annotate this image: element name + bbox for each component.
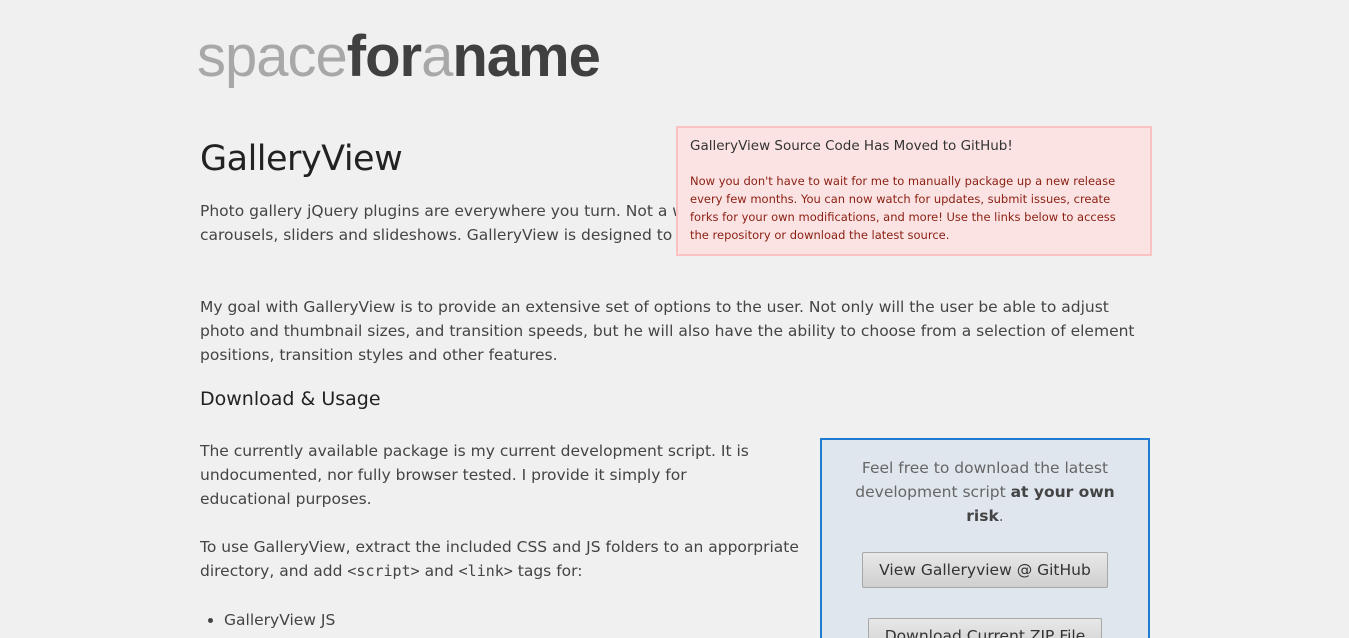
- notice-title: GalleryView Source Code Has Moved to Git…: [690, 138, 1013, 154]
- list-item: GalleryView JS: [224, 608, 335, 632]
- file-list: GalleryView JS: [200, 608, 335, 632]
- notice-body: Now you don't have to wait for me to man…: [690, 174, 1116, 242]
- logo-part-for: for: [346, 24, 422, 89]
- usage-paragraph: To use GalleryView, extract the included…: [200, 535, 800, 583]
- script-tag-code: <script>: [347, 562, 420, 580]
- download-box: Feel free to download the latest develop…: [820, 438, 1150, 638]
- download-text: Feel free to download the latest develop…: [842, 456, 1128, 528]
- github-notice: GalleryView Source Code Has Moved to Git…: [676, 126, 1152, 256]
- site-logo[interactable]: spaceforaname: [197, 28, 601, 86]
- usage-text-after: tags for:: [512, 562, 583, 580]
- page-title: GalleryView: [200, 139, 403, 179]
- logo-part-space: space: [197, 24, 348, 89]
- logo-part-name: name: [452, 24, 601, 89]
- view-github-button[interactable]: View Galleryview @ GitHub: [862, 552, 1108, 588]
- download-zip-button[interactable]: Download Current ZIP File: [867, 618, 1103, 638]
- usage-text-middle: and: [419, 562, 459, 580]
- package-paragraph: The currently available package is my cu…: [200, 442, 749, 508]
- goal-paragraph: My goal with GalleryView is to provide a…: [200, 298, 1135, 364]
- download-text-end: .: [998, 507, 1004, 525]
- section-heading: Download & Usage: [200, 388, 381, 410]
- link-tag-code: <link>: [458, 562, 513, 580]
- logo-part-a: a: [421, 24, 453, 89]
